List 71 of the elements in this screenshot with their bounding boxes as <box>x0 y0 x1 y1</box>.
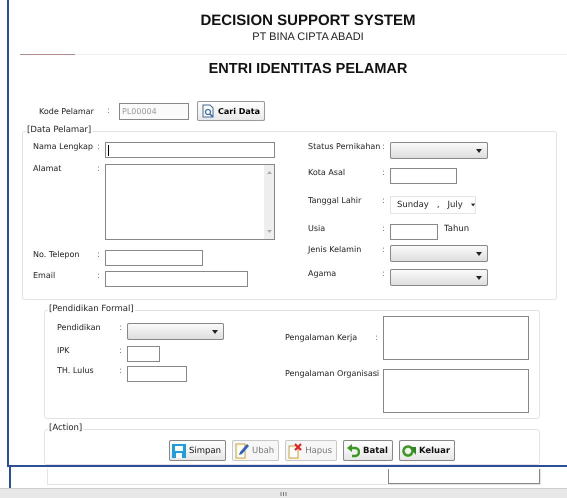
group-legend: [Data Pelamar] <box>26 125 92 135</box>
field-label: Kota Asal <box>308 168 346 177</box>
form-title: ENTRI IDENTITAS PELAMAR <box>208 61 408 77</box>
text-area[interactable] <box>105 164 275 240</box>
horizontal-scrollbar[interactable] <box>0 488 567 498</box>
app-title: DECISION SUPPORT SYSTEM <box>199 12 417 29</box>
search-icon <box>202 104 215 118</box>
caret-icon <box>476 276 482 280</box>
colon: : <box>119 366 123 376</box>
field-label: Nama Lengkap <box>33 142 94 151</box>
field-label: Kode Pelamar <box>39 106 95 116</box>
colon: : <box>119 323 123 333</box>
date-picker[interactable]: Sunday , July <box>390 196 476 214</box>
field-label: Jenis Kelamin <box>308 245 362 254</box>
unit-label: Tahun <box>444 224 470 234</box>
action-button[interactable]: Keluar <box>398 440 456 461</box>
field-label: Pendidikan <box>57 323 102 332</box>
down-arrow-icon[interactable] <box>266 230 272 233</box>
text-field[interactable] <box>127 366 187 382</box>
colon: : <box>107 106 111 116</box>
dropdown[interactable] <box>390 142 488 159</box>
field-label: No. Telepon <box>33 250 80 259</box>
up-arrow-icon[interactable] <box>266 171 272 174</box>
caret-icon <box>470 203 475 207</box>
search-button[interactable]: Cari Data <box>197 101 266 121</box>
colon: : <box>382 142 386 152</box>
text-area[interactable] <box>383 316 529 360</box>
field-label: Alamat <box>33 164 62 173</box>
field-label: Agama <box>308 269 338 278</box>
field-label: TH. Lulus <box>57 366 95 375</box>
colon: : <box>382 224 386 234</box>
text-field[interactable] <box>105 142 275 158</box>
colon: : <box>97 250 101 260</box>
field-label: Pengalaman Kerja <box>285 333 358 342</box>
colon: : <box>97 271 101 281</box>
dropdown[interactable] <box>390 245 488 262</box>
colon: : <box>382 196 386 206</box>
colon: : <box>382 269 386 279</box>
field-label: Usia <box>308 224 326 233</box>
page-cross-icon <box>288 442 302 458</box>
caret-icon <box>212 330 218 334</box>
text-field[interactable] <box>105 250 203 266</box>
action-button[interactable]: Batal <box>343 440 393 461</box>
field-label: IPK <box>57 346 70 355</box>
text-field[interactable] <box>105 271 248 287</box>
group-legend: [Pendidikan Formal] <box>48 304 135 314</box>
group-legend: [Action] <box>48 423 84 433</box>
pencil-page-icon <box>234 442 249 458</box>
caret-icon <box>476 148 482 152</box>
text-area[interactable] <box>383 369 529 413</box>
dropdown[interactable] <box>390 269 488 286</box>
undo-arrow-icon <box>346 444 360 458</box>
colon: : <box>97 142 101 152</box>
scrollbar[interactable] <box>264 165 274 239</box>
text-field[interactable] <box>390 224 438 240</box>
company-name: PT BINA CIPTA ABADI <box>251 31 365 43</box>
caret-icon <box>476 252 482 256</box>
dropdown[interactable] <box>127 323 224 340</box>
text-field[interactable] <box>390 168 457 184</box>
field-label: Status Pernikahan <box>308 142 382 151</box>
colon: : <box>119 346 123 356</box>
field-label: Email <box>33 271 56 280</box>
action-button[interactable]: Simpan <box>168 440 226 461</box>
text-cursor <box>108 144 109 156</box>
colon: : <box>97 164 101 174</box>
colon: : <box>375 332 379 342</box>
text-field[interactable] <box>127 346 160 362</box>
colon: : <box>382 245 386 255</box>
colon: : <box>382 168 386 178</box>
field-label: Tanggal Lahir <box>308 196 362 205</box>
grip-icon <box>280 492 287 496</box>
